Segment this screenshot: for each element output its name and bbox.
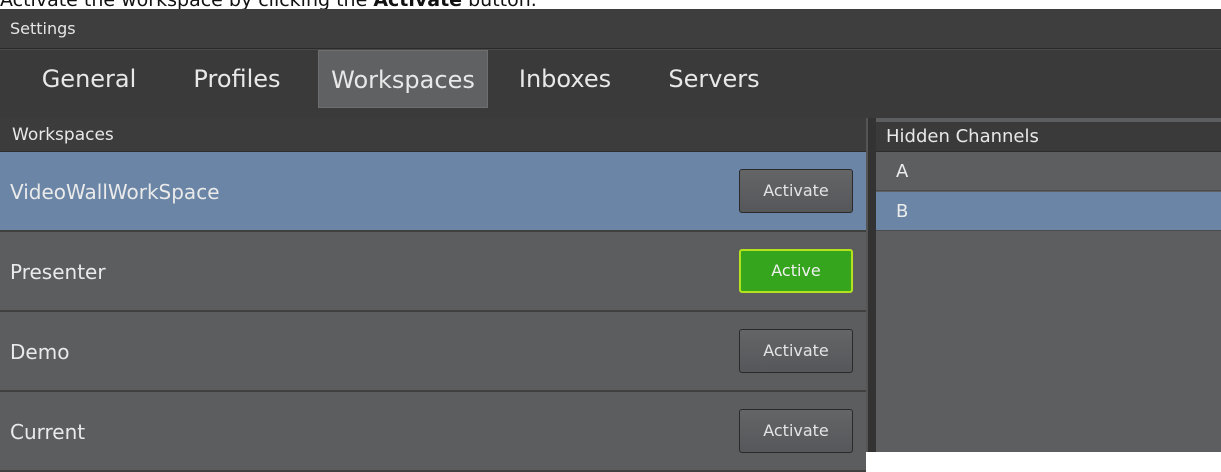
workspace-row[interactable]: VideoWallWorkSpace Activate (0, 152, 866, 232)
tab-workspaces[interactable]: Workspaces (318, 50, 488, 108)
hidden-channels-panel: Hidden Channels A B (876, 118, 1221, 452)
workspace-row[interactable]: Current Activate (0, 392, 866, 472)
workspace-name: VideoWallWorkSpace (10, 180, 220, 204)
settings-tabbar: General Profiles Workspaces Inboxes Serv… (0, 50, 1221, 118)
activate-button[interactable]: Activate (739, 409, 853, 453)
window-title: Settings (0, 9, 1221, 49)
panel-splitter[interactable] (866, 118, 876, 452)
workspace-row[interactable]: Demo Activate (0, 312, 866, 392)
workspace-name: Current (10, 420, 86, 444)
workspaces-panel: Workspaces VideoWallWorkSpace Activate P… (0, 118, 866, 472)
channel-item-b[interactable]: B (876, 192, 1221, 231)
hidden-channels-header: Hidden Channels (876, 122, 1221, 152)
workspaces-header: Workspaces (0, 118, 866, 152)
tab-general[interactable]: General (20, 50, 158, 108)
settings-window: Settings General Profiles Workspaces Inb… (0, 9, 1221, 472)
tab-profiles[interactable]: Profiles (178, 50, 296, 108)
channel-item-a[interactable]: A (876, 152, 1221, 191)
tab-inboxes[interactable]: Inboxes (508, 50, 622, 108)
activate-button[interactable]: Activate (739, 169, 853, 213)
active-button[interactable]: Active (739, 249, 853, 293)
tab-servers[interactable]: Servers (658, 50, 770, 108)
activate-button[interactable]: Activate (739, 329, 853, 373)
workspace-name: Demo (10, 340, 70, 364)
workspace-row[interactable]: Presenter Active (0, 232, 866, 312)
workspace-name: Presenter (10, 260, 106, 284)
